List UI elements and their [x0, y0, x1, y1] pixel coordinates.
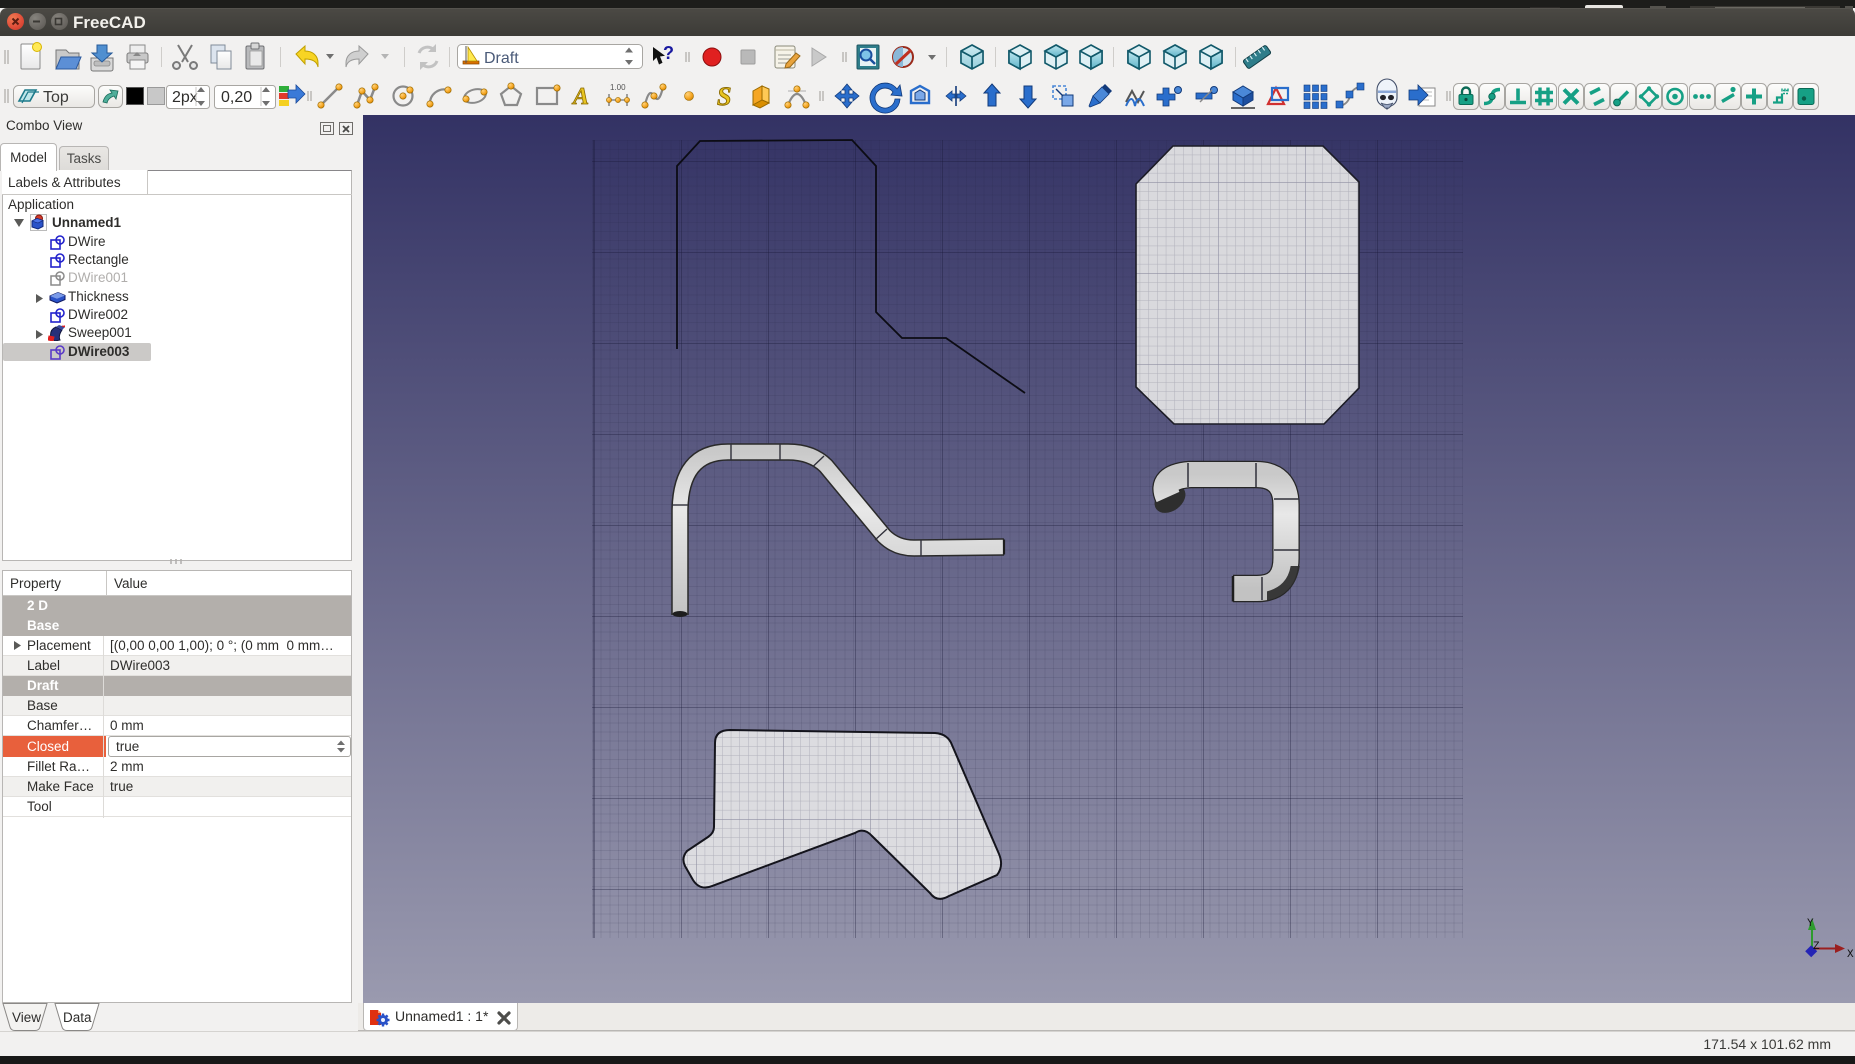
svg-text:?: ? — [663, 43, 674, 63]
svg-text:Y: Y — [1807, 918, 1814, 930]
svg-text:0,20: 0,20 — [221, 89, 252, 106]
svg-text:S: S — [717, 82, 731, 111]
svg-text:X: X — [1847, 949, 1854, 961]
svg-text:Data: Data — [63, 1010, 92, 1025]
svg-text:1.00: 1.00 — [610, 83, 626, 92]
svg-text:A: A — [571, 84, 589, 110]
svg-text:Z: Z — [1813, 941, 1820, 953]
svg-text:2px: 2px — [172, 89, 198, 106]
svg-text:Top: Top — [43, 89, 69, 106]
svg-text:Draft: Draft — [484, 50, 519, 67]
svg-text:View: View — [12, 1010, 41, 1025]
